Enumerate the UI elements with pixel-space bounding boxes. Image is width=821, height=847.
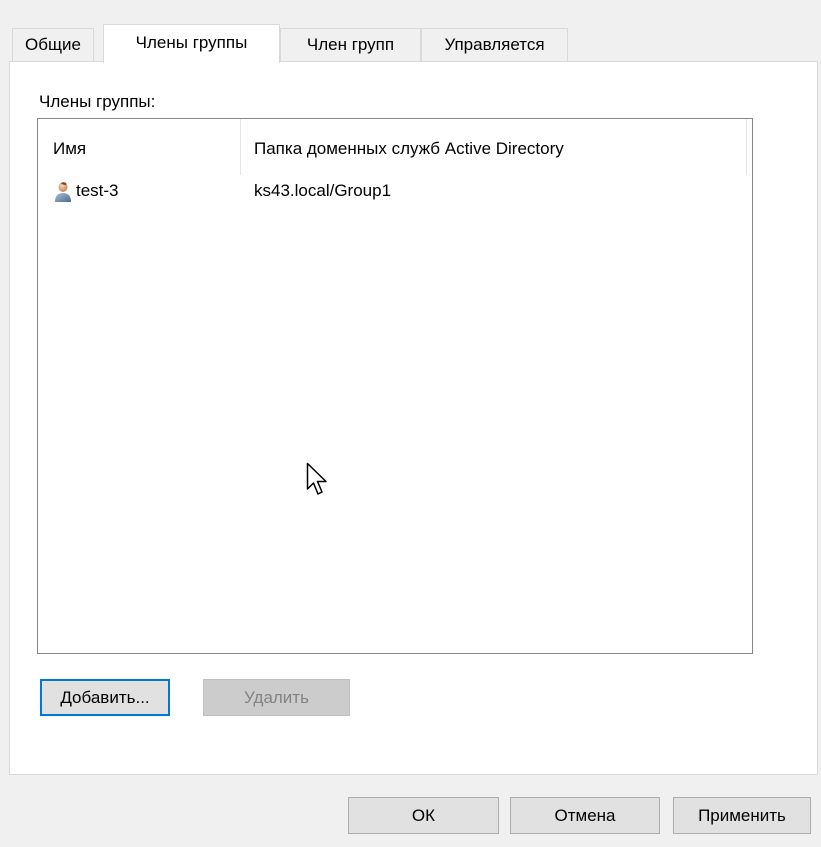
member-folder: ks43.local/Group1	[254, 181, 392, 200]
tab-label: Член групп	[306, 35, 395, 54]
ok-button[interactable]: ОК	[348, 797, 499, 834]
column-header-name[interactable]: Имя	[53, 139, 86, 159]
tab-general[interactable]: Общие	[12, 28, 94, 61]
apply-button[interactable]: Применить	[673, 797, 811, 834]
user-icon	[55, 182, 71, 202]
members-label: Члены группы:	[39, 92, 156, 111]
add-button[interactable]: Добавить...	[40, 679, 170, 716]
column-header-folder[interactable]: Папка доменных служб Active Directory	[254, 139, 564, 159]
remove-button[interactable]: Удалить	[203, 679, 350, 716]
member-name: test-3	[76, 181, 119, 200]
tab-member-of[interactable]: Член групп	[280, 28, 421, 61]
table-row[interactable]: test-3 ks43.local/Group1	[38, 175, 752, 207]
tab-group-members[interactable]: Члены группы	[103, 24, 280, 63]
column-separator[interactable]	[240, 119, 241, 175]
tab-label: Управляется	[444, 35, 545, 54]
column-separator[interactable]	[746, 119, 747, 175]
list-header: Имя Папка доменных служб Active Director…	[38, 119, 752, 175]
tab-label: Члены группы	[135, 33, 248, 52]
tab-strip: Общие Члены группы Член групп Управляетс…	[12, 24, 572, 63]
tab-managed-by[interactable]: Управляется	[421, 28, 568, 61]
members-list[interactable]: Имя Папка доменных служб Active Director…	[37, 118, 753, 654]
cancel-button[interactable]: Отмена	[510, 797, 660, 834]
tab-label: Общие	[25, 35, 81, 54]
mouse-cursor-icon	[306, 462, 327, 495]
